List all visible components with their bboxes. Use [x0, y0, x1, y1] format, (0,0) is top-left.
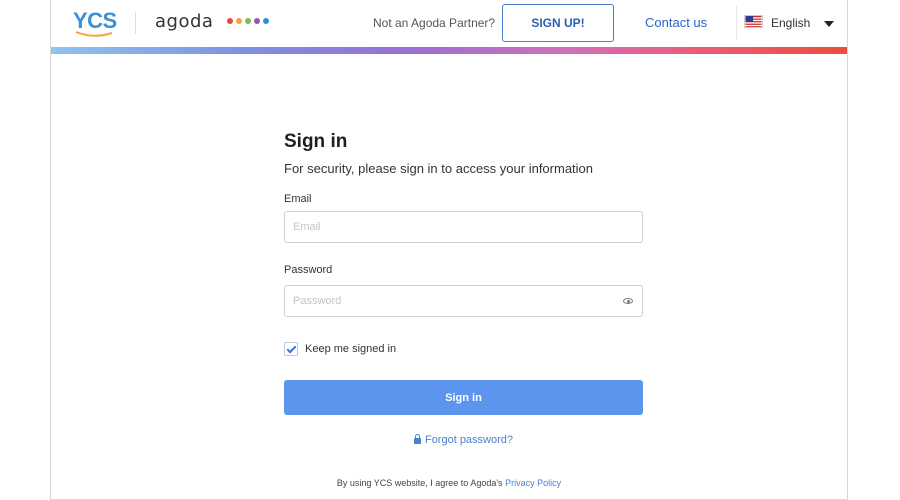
agoda-dot — [263, 18, 269, 24]
password-label: Password — [284, 264, 333, 276]
top-header: YCS agoda Not an Agoda Partner? SIGN UP!… — [51, 0, 847, 47]
agoda-dot — [254, 18, 260, 24]
keep-signed-in-label[interactable]: Keep me signed in — [305, 343, 396, 355]
contact-us-link[interactable]: Contact us — [645, 15, 707, 30]
chevron-down-icon[interactable] — [824, 21, 834, 27]
language-selector[interactable]: English — [771, 16, 810, 30]
agoda-logo: agoda — [155, 11, 214, 32]
us-flag-icon[interactable] — [744, 15, 763, 28]
keep-signed-in-checkbox[interactable] — [284, 342, 298, 356]
lock-icon — [413, 434, 421, 444]
page-subtitle: For security, please sign in to access y… — [284, 161, 594, 176]
agoda-dot — [227, 18, 233, 24]
agoda-dot — [245, 18, 251, 24]
checkmark-icon — [286, 343, 296, 353]
agoda-dot — [236, 18, 242, 24]
privacy-policy-link[interactable]: Privacy Policy — [505, 478, 561, 488]
signin-form: Sign in For security, please sign in to … — [284, 128, 644, 446]
email-label: Email — [284, 193, 312, 205]
page-frame: YCS agoda Not an Agoda Partner? SIGN UP!… — [50, 0, 848, 500]
ycs-swoosh-icon — [75, 31, 113, 37]
signin-button[interactable]: Sign in — [284, 380, 643, 415]
signup-button[interactable]: SIGN UP! — [502, 4, 614, 42]
agoda-dots-icon — [227, 18, 269, 24]
show-password-eye-icon[interactable] — [623, 298, 633, 304]
footer-text: By using YCS website, I agree to Agoda's — [336, 478, 503, 488]
partner-prompt: Not an Agoda Partner? — [373, 16, 496, 30]
password-field[interactable] — [284, 285, 643, 317]
page-title: Sign in — [284, 131, 348, 152]
forgot-password-link[interactable]: Forgot password? — [284, 434, 643, 446]
language-divider — [736, 6, 737, 40]
forgot-password-label[interactable]: Forgot password? — [425, 434, 513, 446]
logo-divider — [135, 12, 136, 34]
email-field[interactable] — [284, 211, 643, 243]
brand-gradient-bar — [51, 47, 847, 54]
footer-agreement: By using YCS website, I agree to Agoda's… — [51, 478, 847, 488]
